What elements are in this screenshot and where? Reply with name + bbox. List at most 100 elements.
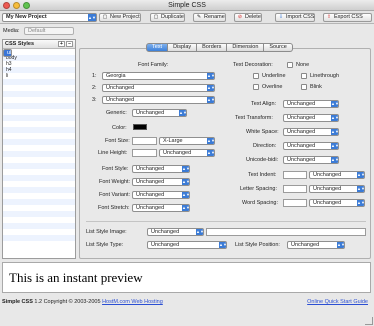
instant-preview-pane: This is an instant preview: [2, 262, 371, 293]
chevron-down-icon: ▲▼: [331, 143, 339, 149]
text-transform-select[interactable]: Unchanged ▲▼: [283, 114, 339, 122]
tab-borders[interactable]: Borders: [197, 43, 228, 52]
chevron-down-icon: ▲▼: [207, 138, 215, 144]
tab-source[interactable]: Source: [264, 43, 293, 52]
decoration-none-checkbox[interactable]: [287, 62, 293, 68]
font-size-input[interactable]: [132, 137, 157, 145]
line-height-label: Line Height:: [98, 150, 128, 156]
list-style-image-select[interactable]: Unchanged ▲▼: [147, 228, 204, 236]
font-family-1-select[interactable]: Georgia ▲▼: [102, 72, 215, 80]
font-size-value: X-Large: [163, 138, 183, 144]
font-family-3-select[interactable]: Unchanged ▲▼: [102, 96, 215, 104]
list-style-position-select[interactable]: Unchanged ▲▼: [287, 241, 345, 249]
list-style-image-url-input[interactable]: [206, 228, 366, 236]
text-align-label: Text Align:: [251, 101, 277, 107]
preview-text: This is an instant preview: [9, 270, 143, 285]
tab-display[interactable]: Display: [168, 43, 198, 52]
white-space-value: Unchanged: [287, 129, 316, 135]
unicode-bidi-value: Unchanged: [287, 157, 316, 163]
media-select[interactable]: Default: [24, 27, 74, 35]
remove-style-button[interactable]: –: [66, 41, 73, 47]
unicode-bidi-select[interactable]: Unchanged ▲▼: [283, 156, 339, 164]
font-style-select[interactable]: Unchanged ▲▼: [132, 165, 190, 173]
decoration-linethrough-checkbox[interactable]: [301, 73, 307, 79]
letter-spacing-input[interactable]: [283, 185, 307, 193]
quick-start-guide-link[interactable]: Online Quick Start Guide: [307, 299, 368, 305]
color-swatch[interactable]: [133, 124, 147, 130]
delete-button[interactable]: ⊘ Delete: [234, 13, 262, 22]
decoration-blink-checkbox[interactable]: [301, 84, 307, 90]
window-title: Simple CSS: [168, 2, 206, 9]
white-space-select[interactable]: Unchanged ▲▼: [283, 128, 339, 136]
chevron-down-icon: ▲▼: [219, 242, 227, 248]
generic-label: Generic:: [106, 110, 127, 116]
color-label: Color:: [112, 125, 127, 131]
project-select[interactable]: My New Project ▲▼: [2, 13, 97, 22]
new-project-button[interactable]: ▢ New Project: [99, 13, 141, 22]
decoration-overline-checkbox[interactable]: [253, 84, 259, 90]
font-family-2-select[interactable]: Unchanged ▲▼: [102, 84, 215, 92]
app-window: Simple CSS My New Project ▲▼ ▢ New Proje…: [0, 0, 374, 326]
style-item-ul[interactable]: ul: [3, 49, 13, 57]
generic-select[interactable]: Unchanged ▲▼: [132, 109, 187, 117]
chevron-down-icon: ▲▼: [88, 14, 96, 21]
letter-spacing-select[interactable]: Unchanged ▲▼: [309, 185, 365, 193]
text-indent-value: Unchanged: [313, 172, 342, 178]
tab-dimension[interactable]: Dimension: [227, 43, 265, 52]
chevron-down-icon: ▲▼: [182, 179, 190, 185]
chevron-down-icon: ▲▼: [207, 73, 215, 79]
import-css-button[interactable]: ⇩ Import CSS: [275, 13, 316, 22]
media-select-value: Default: [28, 28, 46, 34]
line-height-input[interactable]: [132, 149, 157, 157]
font-family-label: Font Family:: [138, 62, 169, 68]
footer-right: Online Quick Start Guide: [307, 299, 368, 305]
font-stretch-select[interactable]: Unchanged ▲▼: [132, 204, 190, 212]
list-style-image-label: List Style Image:: [86, 229, 127, 235]
font-variant-select[interactable]: Unchanged ▲▼: [132, 191, 190, 199]
word-spacing-input[interactable]: [283, 199, 307, 207]
text-align-select[interactable]: Unchanged ▲▼: [283, 100, 339, 108]
font-row-1-label: 1:: [92, 73, 97, 79]
font-size-select[interactable]: X-Large ▲▼: [159, 137, 215, 145]
chevron-down-icon: ▲▼: [357, 172, 365, 178]
export-icon: ⇧: [326, 14, 332, 20]
letter-spacing-value: Unchanged: [313, 186, 342, 192]
duplicate-button[interactable]: ▢ Duplicate: [150, 13, 185, 22]
export-css-label: Export CSS: [334, 14, 363, 20]
add-style-button[interactable]: +: [58, 41, 65, 47]
list-style-position-label: List Style Position:: [235, 242, 280, 248]
direction-select[interactable]: Unchanged ▲▼: [283, 142, 339, 150]
font-weight-select[interactable]: Unchanged ▲▼: [132, 178, 190, 186]
word-spacing-select[interactable]: Unchanged ▲▼: [309, 199, 365, 207]
hosting-link[interactable]: HostM.com Web Hosting: [102, 299, 163, 305]
line-height-value: Unchanged: [163, 150, 192, 156]
unicode-bidi-label: Unicode-bidi:: [246, 157, 279, 163]
line-height-select[interactable]: Unchanged ▲▼: [159, 149, 215, 157]
tab-text[interactable]: Text: [146, 43, 169, 52]
direction-label: Direction:: [253, 143, 277, 149]
font-family-3-value: Unchanged: [106, 97, 135, 103]
pencil-icon: ✎: [196, 14, 202, 20]
style-editor-panel: Font Family: 1: Georgia ▲▼ 2: Unchanged ▲▼…: [79, 48, 371, 259]
delete-icon: ⊘: [237, 14, 243, 20]
delete-label: Delete: [245, 14, 261, 20]
css-styles-title: CSS Styles: [5, 41, 35, 47]
decoration-overline-label: Overline: [262, 84, 283, 90]
word-spacing-label: Word Spacing:: [242, 200, 278, 206]
list-style-type-select[interactable]: Unchanged ▲▼: [147, 241, 227, 249]
export-css-button[interactable]: ⇧ Export CSS: [323, 13, 372, 22]
new-project-label: New Project: [110, 14, 140, 20]
text-transform-label: Text Transform:: [235, 115, 273, 121]
text-decoration-label: Text Decoration:: [233, 62, 273, 68]
text-indent-input[interactable]: [283, 171, 307, 179]
rename-button[interactable]: ✎ Rename: [193, 13, 226, 22]
chevron-down-icon: ▲▼: [182, 166, 190, 172]
decoration-blink-label: Blink: [310, 84, 322, 90]
chevron-down-icon: ▲▼: [337, 242, 345, 248]
font-family-2-value: Unchanged: [106, 85, 135, 91]
list-style-image-value: Unchanged: [151, 229, 180, 235]
text-indent-select[interactable]: Unchanged ▲▼: [309, 171, 365, 179]
direction-value: Unchanged: [287, 143, 316, 149]
decoration-underline-checkbox[interactable]: [253, 73, 259, 79]
resize-grip[interactable]: [365, 317, 373, 325]
